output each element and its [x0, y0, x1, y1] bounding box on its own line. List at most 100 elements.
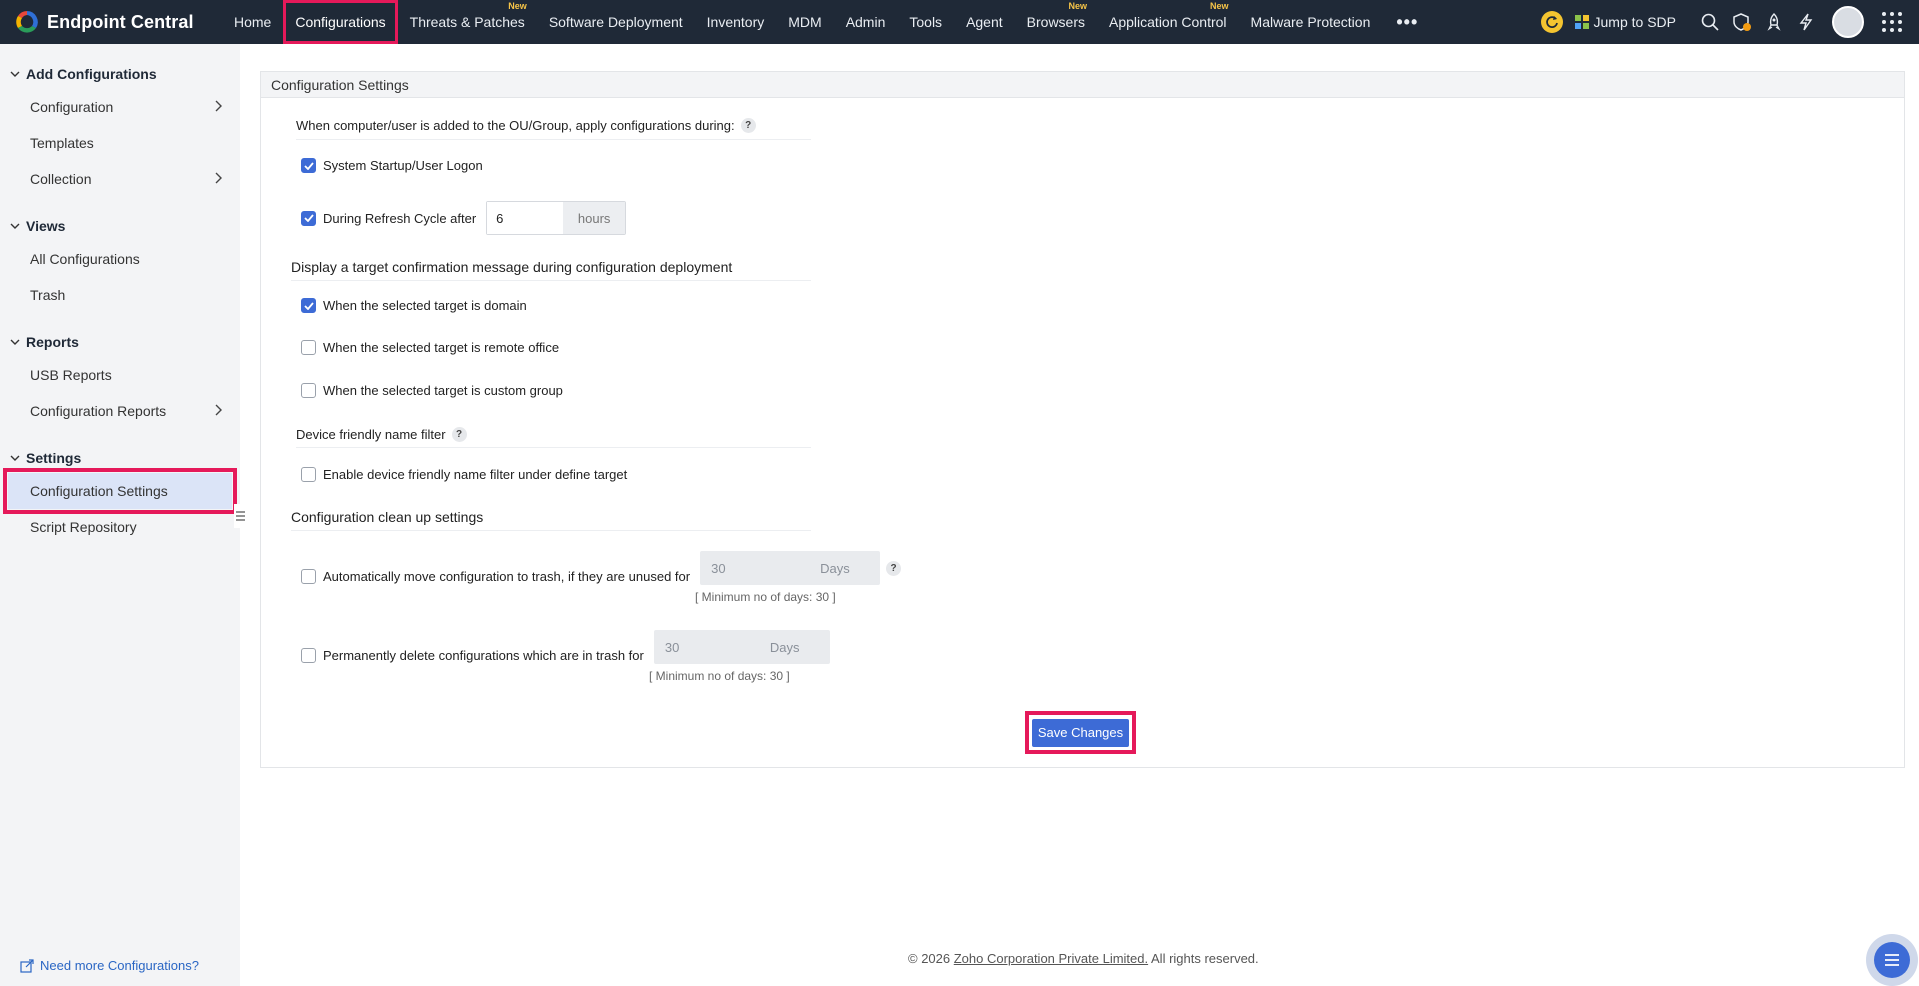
help-icon[interactable]: ?: [886, 560, 902, 576]
refresh-cycle-label: During Refresh Cycle after: [323, 210, 477, 226]
refresh-icon[interactable]: [1540, 11, 1563, 33]
sidebar-section-reports[interactable]: Reports: [0, 327, 240, 357]
save-button-highlight: Save Changes: [1025, 711, 1136, 754]
apps-grid-icon[interactable]: [1881, 11, 1903, 33]
section-title: Views: [26, 218, 66, 234]
perm-delete-option: Permanently delete configurations which …: [301, 630, 830, 664]
startup-option[interactable]: System Startup/User Logon: [301, 158, 483, 173]
remote-office-checkbox[interactable]: [301, 340, 316, 355]
sidebar-section-views[interactable]: Views: [0, 211, 240, 241]
help-icon[interactable]: ?: [740, 118, 756, 133]
save-changes-button[interactable]: Save Changes: [1032, 718, 1129, 747]
domain-target-label: When the selected target is domain: [323, 298, 527, 313]
startup-checkbox[interactable]: [301, 158, 316, 173]
friendly-name-label: Enable device friendly name filter under…: [323, 467, 628, 482]
menu-lines-icon: [235, 511, 245, 521]
refresh-hours-input[interactable]: 6: [487, 202, 564, 234]
nav-home[interactable]: Home: [222, 0, 283, 44]
remote-office-label: When the selected target is remote offic…: [323, 340, 560, 355]
sidebar-item-templates[interactable]: Templates: [0, 125, 240, 161]
lightning-icon[interactable]: [1795, 11, 1817, 33]
sidebar-item-label: Script Repository: [30, 519, 137, 535]
endpoint-central-logo-icon: [16, 11, 38, 33]
remote-office-option[interactable]: When the selected target is remote offic…: [301, 340, 559, 355]
sidebar-section-add-configurations[interactable]: Add Configurations: [0, 59, 240, 89]
chevron-right-icon: [215, 100, 222, 112]
sidebar-item-configuration-settings[interactable]: Configuration Settings: [3, 468, 237, 514]
custom-group-checkbox[interactable]: [301, 383, 316, 398]
new-badge: New: [1210, 1, 1229, 11]
auto-trash-days-input[interactable]: 30: [700, 551, 820, 585]
more-menu-button[interactable]: •••: [1382, 0, 1432, 44]
auto-trash-option: Automatically move configuration to tras…: [301, 551, 902, 585]
company-link[interactable]: Zoho Corporation Private Limited.: [954, 951, 1148, 966]
nav-software-deployment[interactable]: Software Deployment: [537, 0, 695, 44]
perm-delete-days-input[interactable]: 30: [654, 630, 770, 664]
divider: [296, 139, 811, 140]
nav-application-control[interactable]: New Application Control: [1097, 0, 1239, 44]
check-icon: [303, 214, 314, 222]
chat-floating-button[interactable]: [1866, 934, 1918, 986]
check-icon: [303, 161, 314, 170]
need-more-configurations-link[interactable]: Need more Configurations?: [20, 958, 199, 973]
topbar-actions: Jump to SDP: [1540, 0, 1919, 44]
sidebar-item-configuration-reports[interactable]: Configuration Reports: [0, 393, 240, 429]
nav-tools[interactable]: Tools: [897, 0, 954, 44]
ou-heading: When computer/user is added to the OU/Gr…: [296, 118, 756, 133]
check-icon: [303, 301, 314, 310]
chevron-down-icon: [10, 339, 20, 345]
sidebar-item-configuration[interactable]: Configuration: [0, 89, 240, 125]
friendly-name-checkbox[interactable]: [301, 467, 316, 482]
cleanup-heading: Configuration clean up settings: [291, 509, 484, 525]
nav-label: Agent: [966, 14, 1003, 30]
help-icon[interactable]: ?: [451, 427, 467, 442]
domain-target-option[interactable]: When the selected target is domain: [301, 298, 527, 313]
days-unit-label: Days: [769, 639, 800, 655]
perm-delete-days-input-group: 30 Days: [653, 630, 830, 664]
search-icon[interactable]: [1699, 11, 1721, 33]
perm-delete-hint: [ Minimum no of days: 30 ]: [649, 669, 790, 683]
refresh-cycle-checkbox[interactable]: [301, 210, 316, 226]
perm-delete-checkbox[interactable]: [301, 647, 316, 663]
nav-label: Malware Protection: [1250, 14, 1371, 30]
sidebar-item-collection[interactable]: Collection: [0, 161, 240, 197]
startup-label: System Startup/User Logon: [323, 158, 483, 173]
sidebar-section-settings[interactable]: Settings: [0, 443, 240, 473]
nav-malware-protection[interactable]: Malware Protection: [1239, 0, 1383, 44]
auto-trash-checkbox[interactable]: [301, 568, 316, 584]
domain-target-checkbox[interactable]: [301, 298, 316, 313]
friendly-name-option[interactable]: Enable device friendly name filter under…: [301, 467, 627, 482]
custom-group-option[interactable]: When the selected target is custom group: [301, 383, 563, 398]
nav-configurations[interactable]: Configurations: [283, 0, 398, 44]
brand[interactable]: Endpoint Central: [0, 0, 222, 44]
jump-to-sdp-link[interactable]: Jump to SDP: [1574, 14, 1676, 30]
sidebar-item-usb-reports[interactable]: USB Reports: [0, 357, 240, 393]
rocket-icon[interactable]: [1763, 11, 1785, 33]
shield-alert-icon[interactable]: [1731, 11, 1753, 33]
nav-label: Software Deployment: [548, 14, 683, 30]
user-avatar[interactable]: [1832, 6, 1864, 38]
auto-trash-hint: [ Minimum no of days: 30 ]: [695, 590, 836, 604]
perm-delete-label: Permanently delete configurations which …: [323, 647, 644, 663]
sdp-icon: [1574, 15, 1589, 29]
sidebar-item-label: USB Reports: [30, 367, 112, 383]
sidebar-item-script-repository[interactable]: Script Repository: [0, 509, 240, 545]
section-title: Reports: [26, 334, 79, 350]
nav-mdm[interactable]: MDM: [776, 0, 833, 44]
nav-label: Threats & Patches: [409, 14, 525, 30]
configuration-settings-panel: Configuration Settings When computer/use…: [260, 71, 1905, 768]
sidebar-item-label: Configuration Settings: [30, 483, 168, 499]
nav-label: Inventory: [706, 14, 765, 30]
sidebar-collapse-handle[interactable]: [234, 504, 246, 528]
footer-link-label: Need more Configurations?: [40, 958, 199, 973]
sidebar-item-trash[interactable]: Trash: [0, 277, 240, 313]
nav-browsers[interactable]: New Browsers: [1015, 0, 1097, 44]
sidebar: Add Configurations Configuration Templat…: [0, 44, 240, 986]
nav-admin[interactable]: Admin: [834, 0, 898, 44]
nav-agent[interactable]: Agent: [954, 0, 1015, 44]
sidebar-item-label: Templates: [30, 135, 94, 151]
refresh-cycle-option: During Refresh Cycle after 6 hours: [301, 201, 627, 235]
nav-inventory[interactable]: Inventory: [695, 0, 777, 44]
sidebar-item-all-configurations[interactable]: All Configurations: [0, 241, 240, 277]
nav-threats-patches[interactable]: New Threats & Patches: [398, 0, 537, 44]
